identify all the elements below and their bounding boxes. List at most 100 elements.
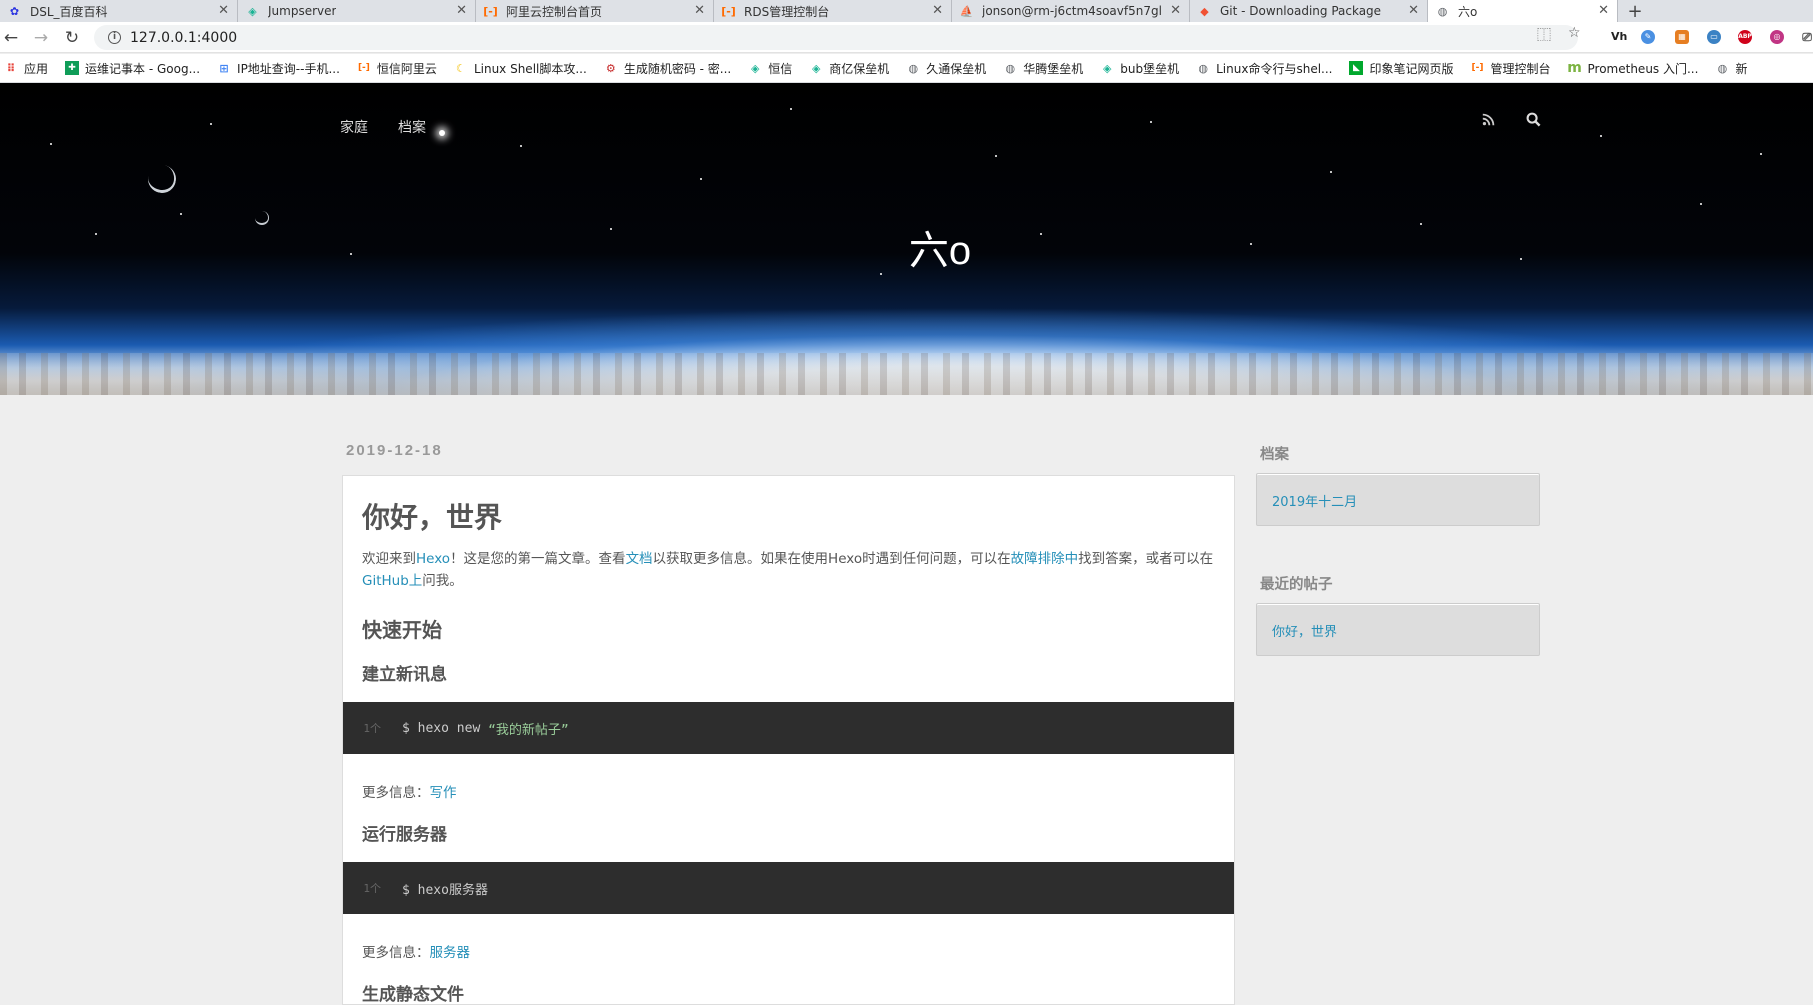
heading-quick-start: 快速开始 (362, 618, 442, 642)
bookmark-shangyi-bastion[interactable]: ◈ 商亿保垒机 (809, 60, 889, 77)
address-toolbar: ← → ↻ i 127.0.0.1:4000 ⿰ ☆ Vh ✎ ▦ ▭ ABP … (0, 22, 1813, 53)
grid-extension-icon[interactable]: ▦ (1675, 30, 1689, 44)
post-title[interactable]: 你好，世界 (362, 496, 502, 536)
code-command: $ hexo服务器 (402, 882, 488, 898)
code-block: 1个 $ hexo new “我的新帖子” (343, 702, 1234, 754)
post-article: 你好，世界 欢迎来到Hexo！这是您的第一篇文章。查看文档以获取更多信息。如果在… (342, 475, 1235, 1005)
site-title[interactable]: 六o (0, 218, 1813, 276)
tab-phpmyadmin[interactable]: ⛵ jonson@rm-j6ctm4soavf5n7gl ✕ (952, 0, 1190, 22)
tab-jumpserver[interactable]: ◈ Jumpserver ✕ (238, 0, 476, 22)
troubleshooting-link[interactable]: 故障排除中 (1011, 551, 1079, 567)
back-arrow-icon[interactable]: ← (0, 27, 22, 49)
docs-link[interactable]: 文档 (626, 551, 653, 567)
bookmark-admin-console[interactable]: [-] 管理控制台 (1471, 60, 1551, 77)
url-text[interactable]: 127.0.0.1:4000 (130, 30, 237, 46)
heading-generate-static: 生成静态文件 (362, 985, 464, 1005)
baidu-paw-icon: ✿ (9, 4, 20, 18)
globe-icon: ◍ (1717, 61, 1728, 75)
bookmark-apps[interactable]: ⠿ 应用 (4, 60, 48, 77)
nav-home-link[interactable]: 家庭 (340, 117, 368, 137)
tab-rds-console[interactable]: [-] RDS管理控制台 ✕ (714, 0, 952, 22)
rss-icon[interactable] (1482, 113, 1495, 126)
vh-icon[interactable]: Vh (1611, 30, 1627, 44)
bookmark-prometheus[interactable]: m Prometheus 入门... (1567, 60, 1698, 77)
line-number: 1个 (363, 882, 381, 895)
git-icon: ◆ (1200, 4, 1209, 18)
tab-strip: ✿ DSL_百度百科 ✕ ◈ Jumpserver ✕ [-] 阿里云控制台首页… (0, 0, 1813, 22)
ip-query-icon: ⊞ (219, 61, 229, 75)
new-tab-button[interactable]: + (1618, 0, 1652, 22)
search-icon[interactable] (1526, 112, 1541, 127)
bookmark-linux-shell[interactable]: ☾ Linux Shell脚本攻... (454, 60, 587, 77)
more-info-server: 更多信息：服务器 (362, 945, 471, 961)
line-number: 1个 (363, 722, 381, 735)
sidebar-recent-heading: 最近的帖子 (1260, 577, 1333, 593)
close-icon[interactable]: ✕ (932, 3, 943, 18)
close-icon[interactable]: ✕ (1170, 3, 1181, 18)
translate-icon[interactable]: ⿰ (1537, 25, 1551, 45)
bookmark-hengxin-aliyun[interactable]: [-] 恒信阿里云 (357, 60, 437, 77)
bookmark-password-gen[interactable]: ⚙ 生成随机密码 - 密... (604, 60, 731, 77)
close-icon[interactable]: ✕ (456, 3, 467, 18)
evernote-icon: ◣ (1349, 61, 1364, 75)
close-icon[interactable]: ✕ (694, 3, 705, 18)
url-bar[interactable]: i 127.0.0.1:4000 (94, 25, 1578, 50)
archives-widget: 2019年十二月 (1256, 473, 1540, 526)
m-logo-icon: m (1567, 60, 1582, 76)
heading-run-server: 运行服务器 (362, 825, 447, 845)
writing-link[interactable]: 写作 (430, 785, 457, 801)
adblock-plus-icon[interactable]: ABP (1738, 30, 1752, 44)
recent-posts-widget: 你好，世界 (1256, 603, 1540, 656)
forward-arrow-icon[interactable]: → (30, 27, 52, 49)
bookmark-ops-notebook[interactable]: ✚ 运维记事本 - Goog... (65, 60, 200, 77)
server-link[interactable]: 服务器 (430, 945, 471, 961)
bookmark-huateng-bastion[interactable]: ◍ 华腾堡垒机 (1003, 60, 1083, 77)
bookmark-evernote[interactable]: ◣ 印象笔记网页版 (1349, 60, 1454, 77)
earth-horizon (0, 353, 1813, 395)
code-block: 1个 $ hexo服务器 (343, 862, 1234, 914)
jumpserver-icon: ◈ (1103, 61, 1112, 75)
aliyun-icon: [-] (357, 63, 370, 73)
bookmark-ip-query[interactable]: ⊞ IP地址查询--手机... (217, 60, 340, 77)
post-date[interactable]: 2019-12-18 (346, 442, 443, 459)
close-icon[interactable]: ✕ (1408, 3, 1419, 18)
globe-icon: ◍ (908, 61, 919, 75)
chat-extension-icon[interactable]: ▭ (1707, 30, 1721, 44)
aliyun-icon: [-] (483, 4, 498, 18)
google-sheets-icon: ✚ (65, 61, 80, 75)
tab-git-download[interactable]: ◆ Git - Downloading Package ✕ (1190, 0, 1428, 22)
hexo-link[interactable]: Hexo (416, 551, 450, 567)
main-nav: 家庭 档案 (340, 117, 426, 137)
github-link[interactable]: GitHub上 (362, 573, 422, 589)
jumpserver-icon: ◈ (750, 61, 760, 75)
archive-month-link[interactable]: 2019年十二月 (1272, 495, 1357, 510)
code-command: $ hexo new (402, 720, 489, 736)
bookmark-jiutong-bastion[interactable]: ◍ 久通保垒机 (906, 60, 986, 77)
screenshot-icon[interactable]: ⎚ (1800, 30, 1813, 44)
nav-archives-link[interactable]: 档案 (398, 117, 426, 137)
phpmyadmin-icon: ⛵ (959, 4, 974, 18)
bookmark-hengxin[interactable]: ◈ 恒信 (748, 60, 792, 77)
instagram-icon[interactable]: ◎ (1770, 30, 1784, 44)
jumpserver-icon: ◈ (812, 61, 821, 75)
sidebar-archives-heading: 档案 (1260, 447, 1289, 463)
tab-active-blog[interactable]: ◍ 六o ✕ (1428, 0, 1618, 22)
heading-create-post: 建立新讯息 (362, 665, 447, 685)
close-icon[interactable]: ✕ (218, 3, 229, 18)
feather-icon[interactable]: ✎ (1641, 30, 1655, 44)
bookmark-new[interactable]: ◍ 新 (1715, 60, 1748, 77)
bookmark-bub-bastion[interactable]: ◈ bub堡垒机 (1100, 60, 1179, 77)
site-info-icon[interactable]: i (108, 31, 121, 44)
tab-aliyun-console[interactable]: [-] 阿里云控制台首页 ✕ (476, 0, 714, 22)
globe-icon: ◍ (1005, 61, 1016, 75)
post-intro: 欢迎来到Hexo！这是您的第一篇文章。查看文档以获取更多信息。如果在使用Hexo… (362, 551, 1214, 589)
reload-icon[interactable]: ↻ (61, 27, 83, 49)
code-string: “我的新帖子” (488, 722, 569, 738)
recent-post-link[interactable]: 你好，世界 (1272, 625, 1337, 640)
close-icon[interactable]: ✕ (1598, 3, 1609, 18)
bookmark-linux-cmd[interactable]: ◍ Linux命令行与shel... (1196, 60, 1332, 77)
bookmark-star-icon[interactable]: ☆ (1568, 25, 1581, 41)
jumpserver-icon: ◈ (248, 4, 257, 18)
tab-dsl-baidu[interactable]: ✿ DSL_百度百科 ✕ (0, 0, 238, 22)
apps-grid-icon: ⠿ (6, 61, 16, 75)
